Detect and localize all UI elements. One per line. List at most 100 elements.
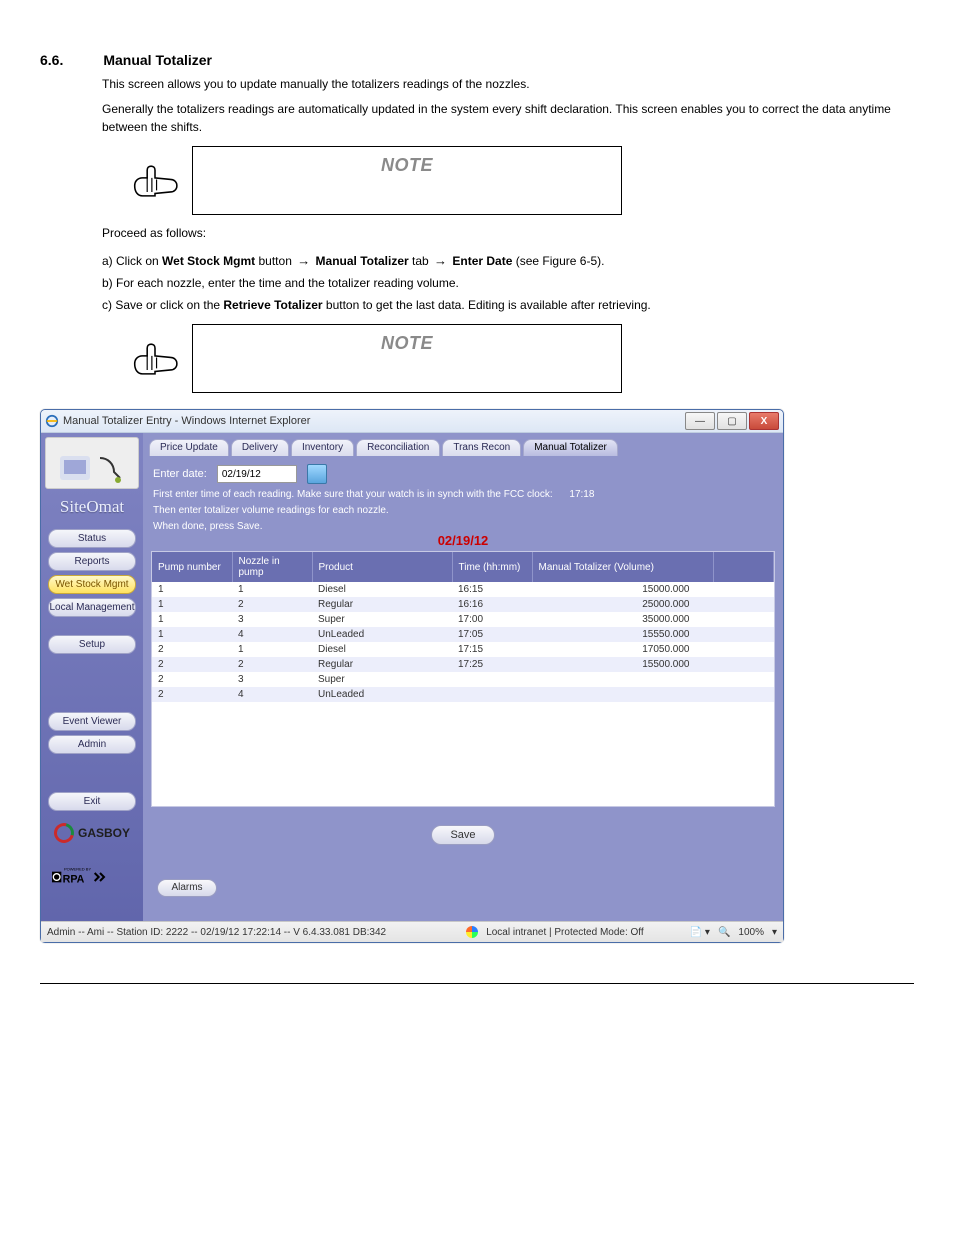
cell-spacer: [714, 582, 774, 597]
cell-time[interactable]: 16:15: [452, 582, 532, 597]
cell-nozzle: 4: [232, 687, 312, 702]
cell-volume[interactable]: 25000.000: [532, 597, 714, 612]
close-button[interactable]: X: [749, 412, 779, 430]
step-c-post: button to get the last data. Editing is …: [326, 298, 651, 312]
section-title: Manual Totalizer: [103, 52, 212, 68]
sidebar-localmgmt[interactable]: Local Management: [48, 598, 136, 617]
cell-spacer: [714, 627, 774, 642]
maximize-button[interactable]: ▢: [717, 412, 747, 430]
cell-nozzle: 1: [232, 582, 312, 597]
sidebar-reports[interactable]: Reports: [48, 552, 136, 571]
cell-nozzle: 3: [232, 612, 312, 627]
cell-spacer: [714, 672, 774, 687]
step-a-b1: Wet Stock Mgmt: [162, 254, 255, 268]
cell-volume[interactable]: 15500.000: [532, 657, 714, 672]
section-heading: 6.6. Manual Totalizer: [40, 52, 914, 68]
cell-spacer: [714, 642, 774, 657]
cell-nozzle: 1: [232, 642, 312, 657]
poweredby-label: POWERED BY: [64, 866, 91, 871]
cell-spacer: [714, 657, 774, 672]
cell-volume[interactable]: 15000.000: [532, 582, 714, 597]
sidebar-setup[interactable]: Setup: [48, 635, 136, 654]
cell-pump: 1: [152, 612, 232, 627]
note-1: NOTE Before you start, make sure that yo…: [130, 146, 914, 215]
step-a-mid2: tab: [412, 254, 432, 268]
zoom-value: 100%: [738, 927, 764, 938]
cell-time[interactable]: [452, 687, 532, 702]
tab-price-update[interactable]: Price Update: [149, 439, 229, 456]
alarms-button[interactable]: Alarms: [157, 879, 217, 897]
pointing-hand-icon: [130, 337, 180, 381]
cell-time[interactable]: 17:25: [452, 657, 532, 672]
status-bar: Admin -- Ami -- Station ID: 2222 -- 02/1…: [41, 921, 783, 942]
sidebar-admin[interactable]: Admin: [48, 735, 136, 754]
instruction-1: First enter time of each reading. Make s…: [143, 488, 783, 504]
cell-time[interactable]: 17:15: [452, 642, 532, 657]
center-date: 02/19/12: [143, 533, 783, 548]
table-row[interactable]: 22Regular17:2515500.000: [152, 657, 774, 672]
status-zone: Local intranet | Protected Mode: Off: [486, 927, 644, 938]
sidebar-wetstock[interactable]: Wet Stock Mgmt: [48, 575, 136, 594]
zoom-dropdown-icon[interactable]: ▾: [772, 927, 777, 938]
gasboy-text: GASBOY: [78, 826, 130, 840]
cell-volume[interactable]: 15550.000: [532, 627, 714, 642]
sidebar: SiteOmat Status Reports Wet Stock Mgmt L…: [41, 433, 143, 921]
minimize-button[interactable]: —: [685, 412, 715, 430]
cell-product: UnLeaded: [312, 687, 452, 702]
cell-volume[interactable]: [532, 687, 714, 702]
step-a-seebelow: (see Figure 6-5).: [516, 254, 605, 268]
note-2: NOTE The date in the center of the grid …: [130, 324, 914, 393]
cell-volume[interactable]: 17050.000: [532, 642, 714, 657]
cell-product: UnLeaded: [312, 627, 452, 642]
cell-product: Regular: [312, 597, 452, 612]
cell-volume[interactable]: [532, 672, 714, 687]
status-left: Admin -- Ami -- Station ID: 2222 -- 02/1…: [47, 927, 386, 938]
gasboy-ring-icon: [50, 819, 77, 846]
tab-manual-totalizer[interactable]: Manual Totalizer: [523, 439, 618, 456]
table-row[interactable]: 11Diesel16:1515000.000: [152, 582, 774, 597]
tab-inventory[interactable]: Inventory: [291, 439, 354, 456]
cell-pump: 2: [152, 642, 232, 657]
cell-spacer: [714, 612, 774, 627]
cell-pump: 2: [152, 657, 232, 672]
note-label: NOTE: [207, 155, 607, 176]
enter-date-input[interactable]: [217, 465, 297, 483]
table-row[interactable]: 24UnLeaded: [152, 687, 774, 702]
tab-trans-recon[interactable]: Trans Recon: [442, 439, 521, 456]
para-2: Generally the totalizers readings are au…: [102, 101, 914, 136]
step-b: b) For each nozzle, enter the time and t…: [102, 274, 914, 292]
save-button[interactable]: Save: [431, 825, 495, 845]
step-c-pre: c) Save or click on the: [102, 298, 223, 312]
cell-time[interactable]: [452, 672, 532, 687]
brand-name: SiteOmat: [60, 497, 124, 517]
tab-reconciliation[interactable]: Reconciliation: [356, 439, 440, 456]
cell-pump: 2: [152, 687, 232, 702]
cell-volume[interactable]: 35000.000: [532, 612, 714, 627]
step-a-mid1: button: [259, 254, 296, 268]
cell-time[interactable]: 17:05: [452, 627, 532, 642]
tab-delivery[interactable]: Delivery: [231, 439, 289, 456]
table-row[interactable]: 14UnLeaded17:0515550.000: [152, 627, 774, 642]
cell-product: Super: [312, 672, 452, 687]
step-c-b1: Retrieve Totalizer: [223, 298, 322, 312]
zoom-icon[interactable]: 🔍: [718, 927, 730, 938]
table-row[interactable]: 21Diesel17:1517050.000: [152, 642, 774, 657]
cell-time[interactable]: 16:16: [452, 597, 532, 612]
sidebar-exit[interactable]: Exit: [48, 792, 136, 811]
svg-text:RPA: RPA: [63, 873, 85, 885]
fcc-clock: 17:18: [569, 488, 594, 502]
calendar-icon[interactable]: [307, 464, 327, 484]
cell-spacer: [714, 687, 774, 702]
table-row[interactable]: 13Super17:0035000.000: [152, 612, 774, 627]
page-icon[interactable]: 📄 ▾: [690, 927, 710, 938]
cell-pump: 1: [152, 597, 232, 612]
cell-time[interactable]: 17:00: [452, 612, 532, 627]
sidebar-eventviewer[interactable]: Event Viewer: [48, 712, 136, 731]
zone-icon: [466, 926, 478, 938]
col-volume: Manual Totalizer (Volume): [532, 552, 714, 582]
table-row[interactable]: 12Regular16:1625000.000: [152, 597, 774, 612]
table-row[interactable]: 23Super: [152, 672, 774, 687]
procedure-steps: a) Click on Wet Stock Mgmt button → Manu…: [102, 251, 914, 315]
arrow-icon: →: [432, 253, 449, 268]
sidebar-status[interactable]: Status: [48, 529, 136, 548]
